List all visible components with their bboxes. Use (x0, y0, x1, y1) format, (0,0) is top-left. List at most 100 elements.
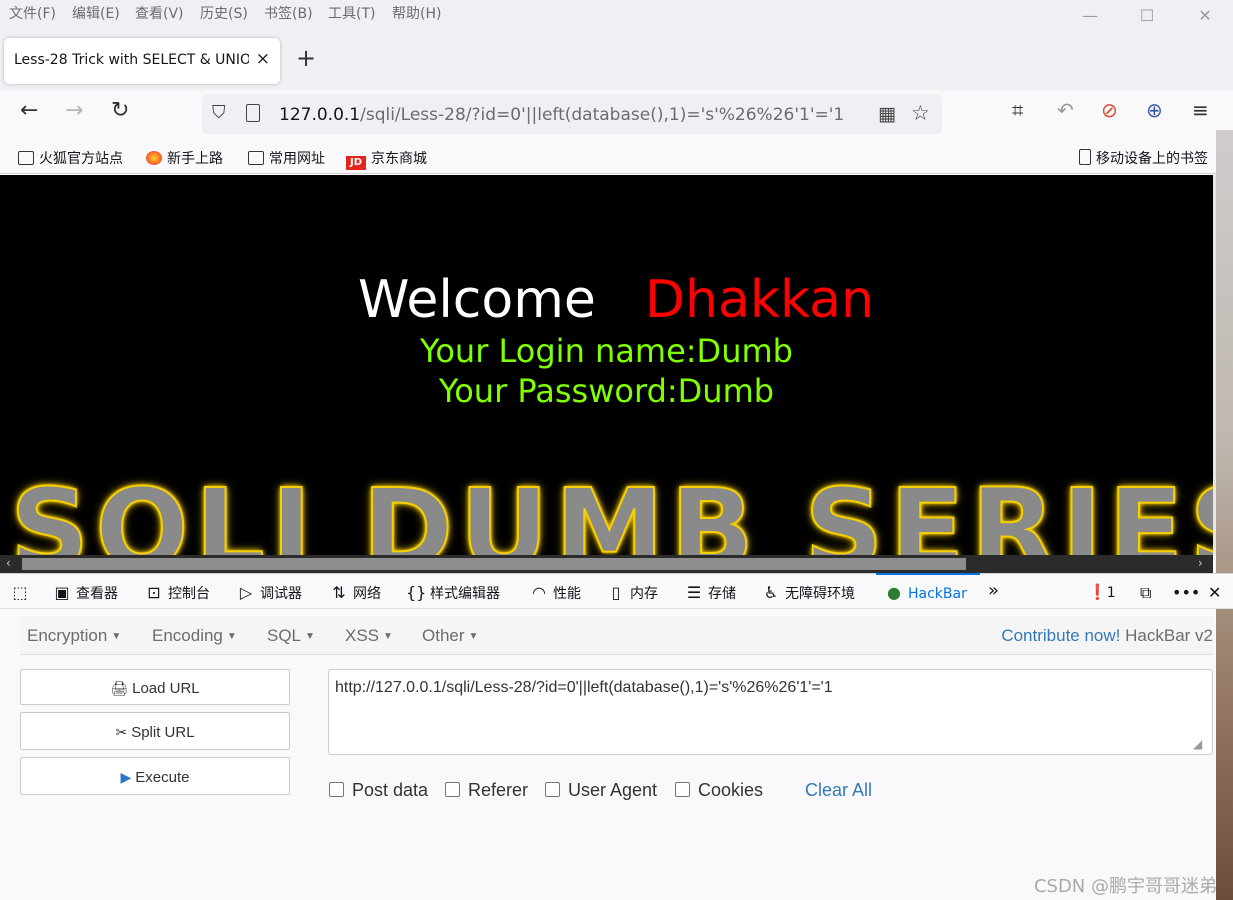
blocker-icon[interactable]: ⊘ (1101, 100, 1118, 120)
hackbar-url-input[interactable]: http://127.0.0.1/sqli/Less-28/?id=0'||le… (328, 669, 1213, 755)
firefox-icon (146, 151, 162, 165)
menu-file[interactable]: 文件(F) (9, 3, 56, 23)
welcome-text: Welcome (358, 270, 596, 330)
sqli-banner: SQLI DUMB SERIES (9, 464, 1213, 555)
encryption-menu[interactable]: Encryption ▼ (27, 626, 121, 646)
page-info-icon[interactable] (246, 104, 260, 122)
play-icon: ▶ (120, 769, 132, 785)
bookmark-item[interactable]: JD 京东商城 (346, 148, 427, 170)
url-text[interactable]: 127.0.0.1/sqli/Less-28/?id=0'||left(data… (279, 105, 844, 125)
scroll-right-icon[interactable]: › (1198, 556, 1203, 570)
contribute-link[interactable]: Contribute now! (1001, 626, 1120, 645)
hackbar-version: HackBar v2 (1125, 626, 1213, 645)
tab-accessibility[interactable]: ♿ 无障碍环境 (761, 583, 855, 603)
hackbar-menu: Encryption ▼ Encoding ▼ SQL ▼ XSS ▼ Other ▼ C… (20, 617, 1213, 655)
cookies-checkbox[interactable]: Cookies (675, 780, 763, 801)
forward-icon[interactable]: → (65, 100, 83, 122)
nav-bar: ← → ↻ ⛉ 127.0.0.1/sqli/Less-28/?id=0'||l… (0, 90, 1233, 140)
tab-storage[interactable]: ☰ 存储 (684, 583, 736, 603)
split-url-button[interactable]: ✂ Split URL (20, 712, 290, 750)
tab-network[interactable]: ⇅ 网络 (329, 583, 381, 603)
folder-icon (18, 151, 34, 165)
url-bar[interactable]: ⛉ 127.0.0.1/sqli/Less-28/?id=0'||left(da… (202, 94, 942, 134)
bookmark-star-icon[interactable]: ☆ (911, 101, 930, 125)
user-agent-checkbox[interactable]: User Agent (545, 780, 657, 801)
screenshot-crop-icon[interactable]: ⌗ (1012, 100, 1023, 120)
page-content: Welcome Dhakkan Your Login name:Dumb You… (0, 175, 1213, 555)
side-image (1216, 130, 1233, 900)
clear-all-link[interactable]: Clear All (805, 780, 872, 801)
mobile-device-icon (1079, 149, 1091, 165)
contribute-text: Contribute now! HackBar v2 (1001, 626, 1213, 646)
jd-icon: JD (346, 156, 366, 170)
undo-icon[interactable]: ↶ (1057, 100, 1074, 120)
tab-hackbar[interactable]: ● HackBar (884, 583, 967, 602)
menu-help[interactable]: 帮助(H) (392, 3, 441, 23)
more-tabs-icon[interactable]: » (988, 580, 999, 601)
accessibility-icon: ♿ (763, 583, 779, 602)
xss-menu[interactable]: XSS ▼ (345, 626, 393, 646)
menu-view[interactable]: 查看(V) (135, 3, 184, 23)
tab-close-icon[interactable]: × (256, 49, 270, 69)
tab-debugger[interactable]: ▷ 调试器 (236, 583, 302, 603)
element-picker-icon[interactable]: ⬚ (10, 583, 34, 602)
login-name-text: Your Login name:Dumb (420, 332, 793, 370)
bookmark-item[interactable]: 新手上路 (146, 148, 223, 168)
tab-strip: Less-28 Trick with SELECT & UNIO × + (0, 24, 1233, 90)
referer-checkbox[interactable]: Referer (445, 780, 528, 801)
watermark: CSDN @鹏宇哥哥迷弟 (1033, 876, 1217, 897)
welcome-name: Dhakkan (645, 270, 874, 330)
debugger-icon: ▷ (239, 583, 253, 602)
console-icon: ⊡ (147, 583, 161, 602)
back-icon[interactable]: ← (20, 100, 38, 122)
folder-icon (248, 151, 264, 165)
memory-icon: ▯ (611, 583, 621, 602)
menu-history[interactable]: 历史(S) (200, 3, 248, 23)
scroll-left-icon[interactable]: ‹ (6, 556, 11, 570)
error-indicator[interactable]: ❗1 (1088, 583, 1116, 601)
new-tab-icon[interactable]: + (296, 46, 316, 70)
globe-icon[interactable]: ⊕ (1146, 100, 1163, 120)
tab-performance[interactable]: ◠ 性能 (529, 583, 581, 603)
menu-tools[interactable]: 工具(T) (328, 3, 375, 23)
tab-memory[interactable]: ▯ 内存 (606, 583, 658, 603)
tab-style-editor[interactable]: {} 样式编辑器 (406, 583, 500, 603)
storage-icon: ☰ (686, 583, 702, 602)
tracking-shield-icon[interactable]: ⛉ (212, 102, 226, 123)
hackbar-tab-indicator (876, 573, 980, 575)
qr-code-icon[interactable]: ▦ (878, 103, 896, 125)
sql-menu[interactable]: SQL ▼ (267, 626, 315, 646)
error-icon: ❗ (1088, 583, 1107, 601)
browser-tab[interactable]: Less-28 Trick with SELECT & UNIO × (4, 38, 280, 84)
password-text: Your Password:Dumb (438, 372, 775, 410)
resize-handle-icon[interactable]: ◢ (1193, 737, 1202, 751)
other-menu[interactable]: Other ▼ (422, 626, 478, 646)
close-devtools-icon[interactable]: ✕ (1208, 583, 1221, 602)
inspector-icon: ▣ (54, 583, 70, 602)
gauge-icon: ◠ (532, 583, 546, 602)
load-url-button[interactable]: 🖨 Load URL (20, 669, 290, 705)
tab-inspector[interactable]: ▣ 查看器 (52, 583, 118, 603)
more-options-icon[interactable]: ••• (1172, 583, 1200, 602)
bookmark-item[interactable]: 火狐官方站点 (18, 148, 123, 168)
bookmarks-bar: 火狐官方站点 新手上路 常用网址 JD 京东商城 移动设备上的书签 (0, 140, 1233, 174)
devtools-toolbar: ⬚ ▣ 查看器 ⊡ 控制台 ▷ 调试器 ⇅ 网络 {} 样式编辑器 ◠ 性能 ▯ 内存 ☰ 存储… (0, 573, 1233, 609)
menu-bookmarks[interactable]: 书签(B) (264, 3, 313, 23)
reload-icon[interactable]: ↻ (111, 100, 129, 122)
responsive-design-icon[interactable]: ⧉ (1140, 583, 1151, 603)
scissors-icon: ✂ (115, 724, 128, 740)
hamburger-menu-icon[interactable]: ≡ (1192, 100, 1209, 120)
hackbar-icon: ● (887, 583, 901, 602)
horizontal-scroll-thumb[interactable] (22, 558, 966, 570)
execute-button[interactable]: ▶ Execute (20, 757, 290, 795)
bookmark-item[interactable]: 常用网址 (248, 148, 325, 168)
braces-icon: {} (406, 583, 427, 602)
menu-bar: 文件(F) 编辑(E) 查看(V) 历史(S) 书签(B) 工具(T) 帮助(H… (0, 0, 1233, 25)
network-icon: ⇅ (332, 583, 346, 602)
menu-edit[interactable]: 编辑(E) (72, 3, 120, 23)
mobile-bookmarks[interactable]: 移动设备上的书签 (1079, 148, 1208, 168)
tab-console[interactable]: ⊡ 控制台 (144, 583, 210, 603)
tab-title: Less-28 Trick with SELECT & UNIO (14, 52, 249, 68)
encoding-menu[interactable]: Encoding ▼ (152, 626, 237, 646)
post-data-checkbox[interactable]: Post data (329, 780, 428, 801)
